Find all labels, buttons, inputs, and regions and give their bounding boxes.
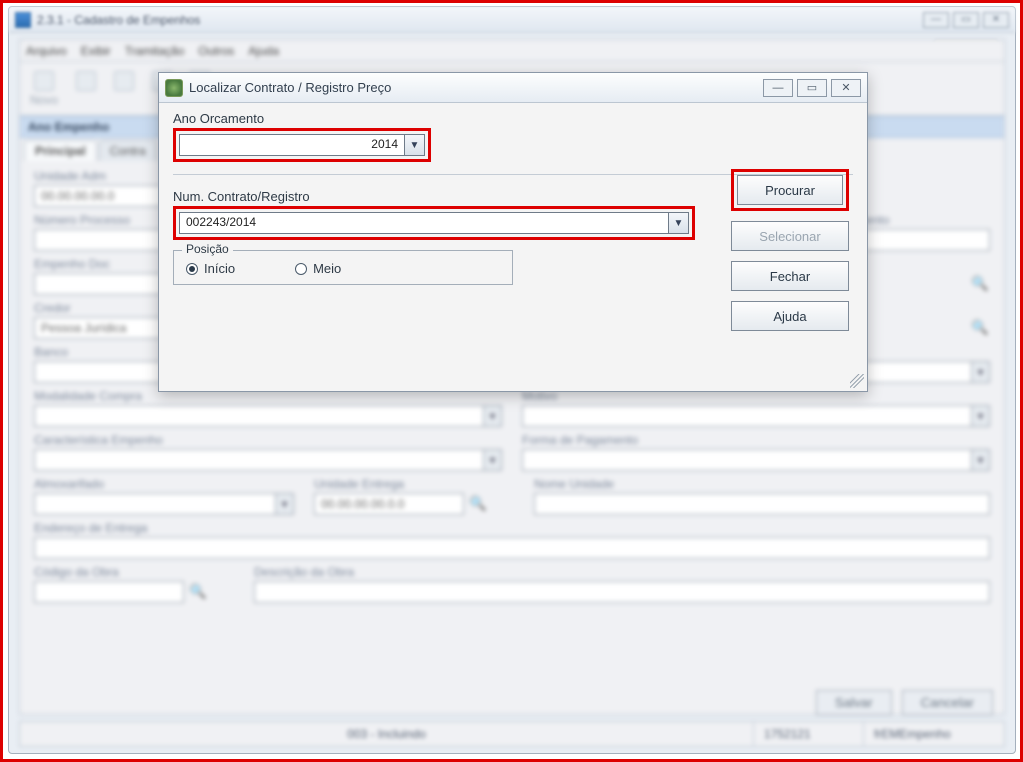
drop-motivo[interactable]: ▾ [522, 405, 990, 427]
status-right: frEMEmpenho [864, 722, 1004, 746]
status-num: 1752121 [754, 722, 864, 746]
radio-meio[interactable]: Meio [295, 261, 341, 276]
lbl-nome-unidade: Nome Unidade [534, 477, 990, 491]
procurar-highlight: Procurar [731, 169, 849, 211]
menu-exibir[interactable]: Exibir [81, 44, 111, 58]
menu-outros[interactable]: Outros [198, 44, 234, 58]
input-nome-unidade[interactable] [534, 493, 990, 515]
radio-meio-label: Meio [313, 261, 341, 276]
input-descricao-obra[interactable] [254, 581, 990, 603]
cancelar-button[interactable]: Cancelar [902, 690, 993, 715]
ajuda-button[interactable]: Ajuda [731, 301, 849, 331]
dialog-close-button[interactable]: ✕ [831, 79, 861, 97]
status-center: 003 - Incluindo [20, 722, 754, 746]
drop-forma-pag[interactable]: ▾ [522, 449, 990, 471]
procurar-button[interactable]: Procurar [737, 175, 843, 205]
toolbar-novo[interactable]: Novo [30, 71, 58, 107]
radio-dot-icon [295, 263, 307, 275]
radio-inicio-label: Início [204, 261, 235, 276]
dialog-localizar-contrato: Localizar Contrato / Registro Preço — ▭ … [158, 72, 868, 392]
input-codigo-obra[interactable] [34, 581, 184, 603]
contrato-highlight: 002243/2014 ▼ [173, 206, 695, 240]
lbl-almoxarifado: Almoxarifado [34, 477, 294, 491]
main-window-title: 2.3.1 - Cadastro de Empenhos [37, 13, 200, 27]
resize-grip-icon[interactable] [850, 374, 864, 388]
tab-principal[interactable]: Principal [24, 140, 97, 161]
drop-caracteristica[interactable]: ▾ [34, 449, 502, 471]
lbl-unidade-entrega: Unidade Entrega [314, 477, 514, 491]
main-window-controls: — ▭ ✕ [923, 12, 1009, 28]
tab-contrato[interactable]: Contra [99, 140, 157, 161]
dialog-button-column: Procurar Selecionar Fechar Ajuda [731, 169, 849, 331]
dialog-title: Localizar Contrato / Registro Preço [189, 80, 391, 95]
main-title-bar: 2.3.1 - Cadastro de Empenhos — ▭ ✕ [9, 7, 1015, 33]
search-icon-2[interactable]: 🔍 [970, 317, 990, 337]
contrato-dropdown[interactable]: 002243/2014 ▼ [179, 212, 689, 234]
drop-almoxarifado[interactable]: ▾ [34, 493, 294, 515]
posicao-legend: Posição [182, 242, 233, 256]
input-unidade-entrega[interactable]: 00.00.00.00.0.0 [314, 493, 464, 515]
input-endereco[interactable] [34, 537, 990, 559]
menu-ajuda[interactable]: Ajuda [248, 44, 279, 58]
dialog-title-bar[interactable]: Localizar Contrato / Registro Preço — ▭ … [159, 73, 867, 103]
status-bar: 003 - Incluindo 1752121 frEMEmpenho [19, 721, 1005, 747]
dialog-maximize-button[interactable]: ▭ [797, 79, 827, 97]
dialog-window-controls: — ▭ ✕ [763, 79, 861, 97]
close-icon[interactable]: ✕ [983, 12, 1009, 28]
posicao-group: Posição Início Meio [173, 250, 513, 285]
minimize-icon[interactable]: — [923, 12, 949, 28]
menu-arquivo[interactable]: Arquivo [26, 44, 67, 58]
contrato-value: 002243/2014 [180, 213, 668, 233]
radio-dot-icon [186, 263, 198, 275]
menu-bar: Arquivo Exibir Tramitação Outros Ajuda [20, 40, 1004, 62]
fechar-button[interactable]: Fechar [731, 261, 849, 291]
toolbar-novo-label: Novo [30, 93, 58, 107]
ano-highlight: 2014 ▼ [173, 128, 431, 162]
ano-orcamento-label: Ano Orcamento [173, 111, 853, 126]
lbl-codigo-obra: Código da Obra [34, 565, 234, 579]
drop-modalidade[interactable]: ▾ [34, 405, 502, 427]
selecionar-button: Selecionar [731, 221, 849, 251]
lbl-caracteristica: Característica Empenho [34, 433, 502, 447]
app-icon [15, 12, 31, 28]
radio-inicio[interactable]: Início [186, 261, 235, 276]
search-icon-obra[interactable]: 🔍 [188, 581, 208, 601]
lbl-descricao-obra: Descrição da Obra [254, 565, 990, 579]
dialog-icon [165, 79, 183, 97]
ano-orcamento-value: 2014 [180, 135, 404, 155]
dialog-minimize-button[interactable]: — [763, 79, 793, 97]
bottom-buttons: Salvar Cancelar [816, 690, 993, 715]
toolbar-btn-2[interactable] [76, 71, 96, 107]
dialog-body: Ano Orcamento 2014 ▼ Num. Contrato/Regis… [159, 103, 867, 391]
chevron-down-icon[interactable]: ▼ [404, 135, 424, 155]
search-icon[interactable]: 🔍 [970, 273, 990, 293]
maximize-icon[interactable]: ▭ [953, 12, 979, 28]
search-icon-ue[interactable]: 🔍 [468, 493, 488, 513]
chevron-down-icon[interactable]: ▼ [668, 213, 688, 233]
salvar-button[interactable]: Salvar [816, 690, 892, 715]
lbl-forma-pag: Forma de Pagamento [522, 433, 990, 447]
ano-orcamento-dropdown[interactable]: 2014 ▼ [179, 134, 425, 156]
lbl-endereco: Endereço de Entrega [34, 521, 990, 535]
new-icon [34, 71, 54, 91]
menu-tramitacao[interactable]: Tramitação [125, 44, 185, 58]
toolbar-btn-3[interactable] [114, 71, 134, 107]
